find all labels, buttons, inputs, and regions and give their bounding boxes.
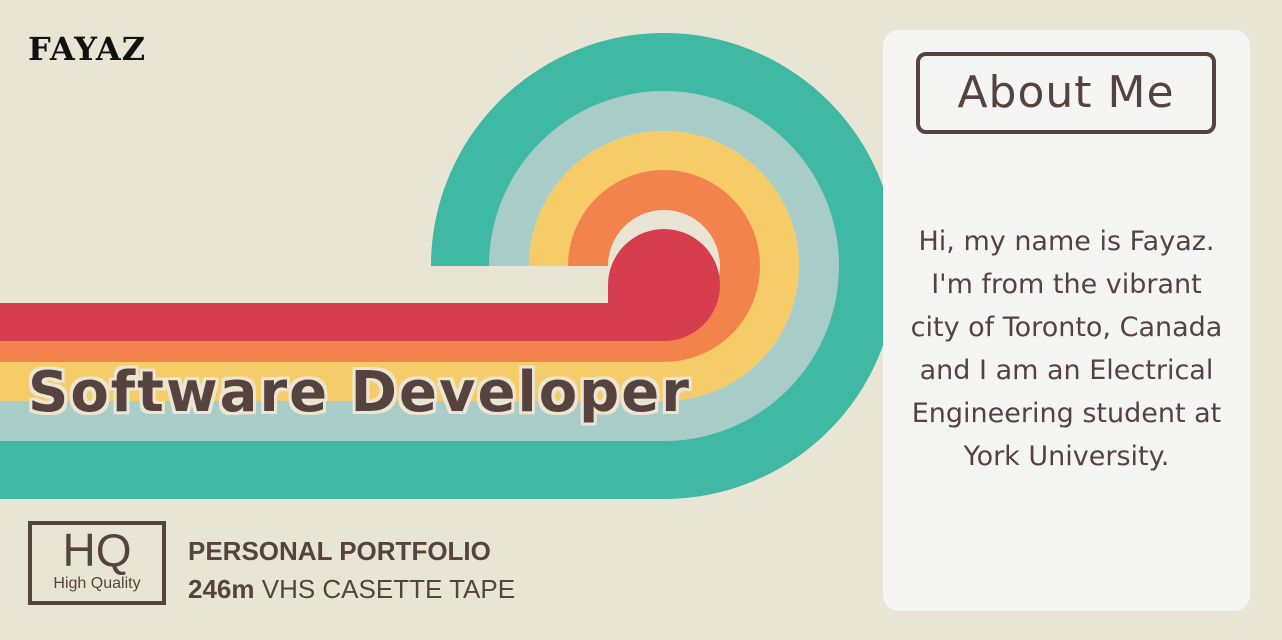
about-text: Hi, my name is Fayaz. I'm from the vibra…	[910, 226, 1223, 472]
tape-line-2-rest: VHS CASETTE TAPE	[254, 574, 516, 604]
hq-badge-small: High Quality	[53, 575, 141, 592]
tape-label: PERSONAL PORTFOLIO 246m VHS CASETTE TAPE	[188, 532, 515, 608]
tape-line-2: 246m VHS CASETTE TAPE	[188, 570, 515, 608]
brand-logo[interactable]: FAYAZ	[28, 30, 146, 68]
about-card: About Me Hi, my name is Fayaz. I'm from …	[883, 30, 1250, 611]
hero-title: Software Developer	[28, 360, 691, 425]
hq-badge-big: HQ	[62, 524, 132, 576]
tape-line-1: PERSONAL PORTFOLIO	[188, 536, 491, 566]
tape-length: 246m	[188, 574, 255, 604]
page-canvas: FAYAZ Software Developer HQ High Quality…	[0, 0, 1282, 640]
hq-badge: HQ High Quality	[28, 521, 166, 605]
about-title: About Me	[916, 52, 1216, 134]
